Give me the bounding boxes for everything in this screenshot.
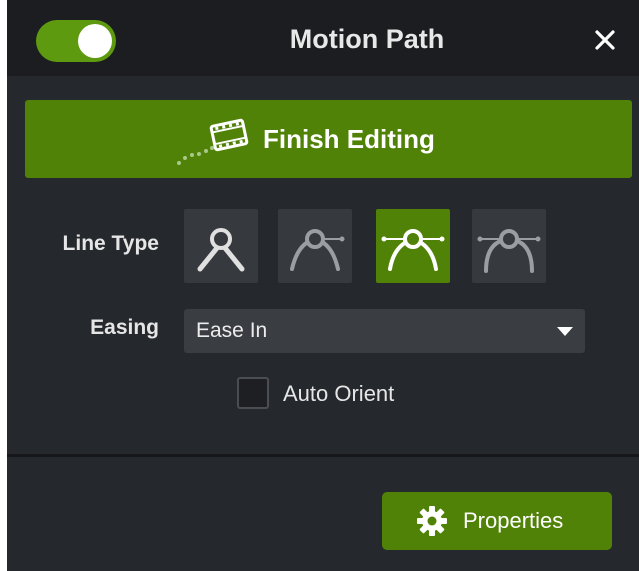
panel-title: Motion Path (289, 24, 445, 54)
film-path-icon (209, 118, 249, 152)
gear-icon (417, 506, 447, 536)
toggle-knob (78, 24, 112, 58)
line-type-bezier-button[interactable] (472, 209, 546, 283)
easing-select[interactable]: Ease In (184, 309, 585, 353)
line-type-auto-curve-button[interactable] (376, 209, 450, 283)
line-type-bezier-icon (477, 229, 541, 273)
line-type-curve-icon (290, 229, 345, 271)
line-type-angle-icon (197, 228, 245, 272)
properties-label: Properties (463, 508, 564, 533)
auto-orient-checkbox[interactable] (237, 377, 269, 409)
line-type-label: Line Type (62, 232, 159, 255)
auto-orient-label[interactable]: Auto Orient (283, 381, 394, 407)
line-type-curve-button[interactable] (278, 209, 352, 283)
finish-editing-button[interactable]: Finish Editing (25, 100, 632, 178)
motion-path-settings: Finish Editing Line Type Easing Ease In … (7, 76, 639, 454)
properties-button[interactable]: Properties (382, 492, 612, 550)
motion-path-panel: Motion Path Finish Editing Line Type Eas… (7, 0, 639, 571)
panel-footer: Properties (7, 457, 639, 571)
panel-header: Motion Path (7, 0, 639, 76)
chevron-down-icon (557, 327, 573, 336)
easing-selected-value: Ease In (196, 319, 268, 342)
easing-label: Easing (90, 316, 159, 339)
line-type-auto-curve-icon (381, 229, 445, 271)
finish-editing-label: Finish Editing (263, 124, 435, 154)
line-type-angle-button[interactable] (184, 209, 258, 283)
motion-path-toggle[interactable] (36, 20, 116, 62)
close-icon[interactable] (591, 26, 619, 54)
